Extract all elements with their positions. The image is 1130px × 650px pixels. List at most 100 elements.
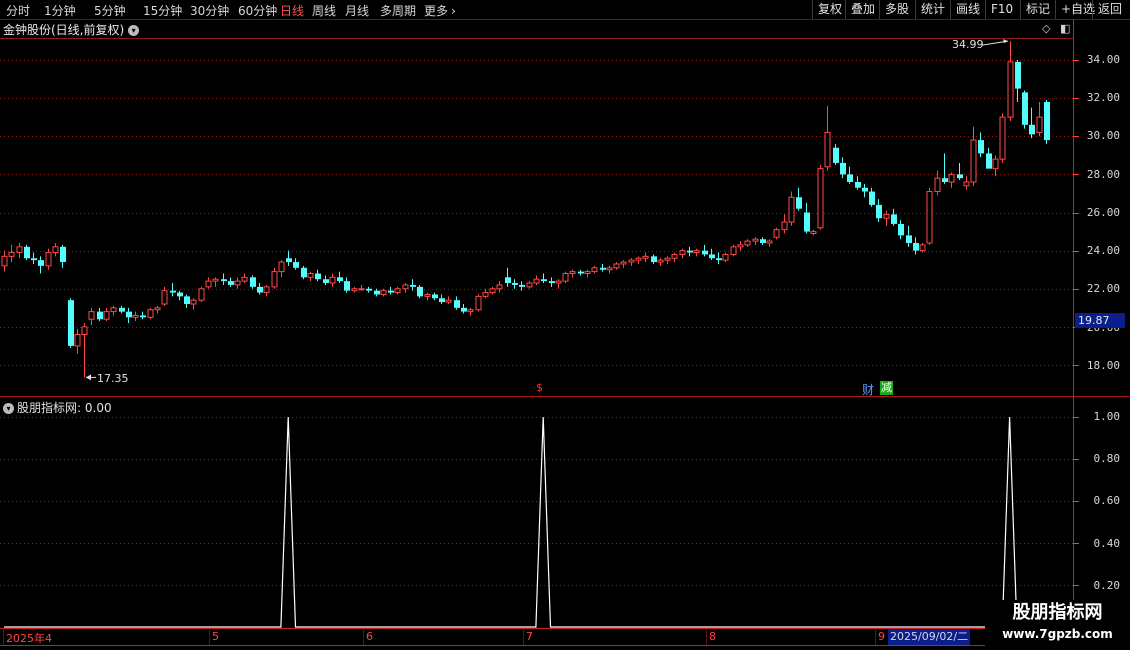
- candle-body-up: [110, 307, 117, 313]
- candle-body-down: [855, 182, 861, 188]
- candle-body-up: [358, 288, 365, 291]
- candle-body-up: [8, 252, 15, 257]
- price-label: 30.00: [1086, 129, 1120, 142]
- candle-body-down: [344, 281, 350, 291]
- event-marker-reduce[interactable]: 减: [880, 381, 893, 395]
- candle-body-up: [161, 290, 168, 305]
- candle-body-up: [402, 284, 409, 290]
- candle-body-up: [657, 259, 664, 263]
- candle-body-up: [81, 326, 88, 335]
- candle-body-down: [374, 290, 380, 295]
- candle-body-up: [278, 261, 285, 273]
- draw-line-button[interactable]: 画线: [950, 0, 985, 19]
- candle-body-up: [635, 257, 642, 261]
- high-marker-line: [981, 40, 1009, 46]
- candle-body-down: [170, 290, 176, 293]
- period-tab-monthly[interactable]: 月线: [345, 2, 369, 19]
- watermark-url: www.7gpzb.com: [1002, 627, 1113, 641]
- period-toolbar: 分时 1分钟 5分钟 15分钟 30分钟 60分钟 日线 周线 月线 多周期 更…: [0, 0, 1130, 20]
- f10-button[interactable]: F10: [985, 0, 1018, 19]
- candle-body-down: [140, 315, 146, 318]
- candle-body-down: [1015, 61, 1021, 89]
- hi-lo-markers: [86, 39, 1009, 381]
- panel-icons: ◇ ◧: [1042, 22, 1070, 35]
- candle-body-down: [228, 281, 234, 285]
- event-marker-s[interactable]: $: [536, 381, 543, 394]
- candle-body-down: [541, 279, 547, 282]
- main-chart-title: 金钟股份(日线,前复权) ▾: [3, 21, 140, 38]
- candle-body-up: [934, 177, 941, 193]
- time-separator: [706, 629, 707, 645]
- period-tab-multi[interactable]: 多周期: [380, 2, 416, 19]
- chevron-down-icon[interactable]: ▾: [128, 25, 140, 36]
- candle-body-down: [519, 284, 525, 287]
- main-grid: [0, 60, 1079, 366]
- candle-body-down: [906, 235, 912, 243]
- candle-body-up: [781, 221, 788, 231]
- candle-body-down: [388, 290, 394, 293]
- time-label: 6: [366, 630, 373, 643]
- time-separator: [3, 629, 4, 645]
- statistics-button[interactable]: 统计: [915, 0, 950, 19]
- price-label: 22.00: [1086, 282, 1120, 295]
- candle-body-up: [190, 299, 197, 305]
- indicator-value: : 0.00: [77, 401, 112, 415]
- indicator-axis-label: 0.20: [1093, 579, 1121, 592]
- candle-body-down: [337, 277, 343, 282]
- price-label: 28.00: [1086, 168, 1120, 181]
- candle-body-down: [942, 178, 948, 182]
- candle-body-up: [693, 250, 700, 254]
- candle-body-up: [992, 158, 999, 170]
- time-separator: [523, 629, 524, 645]
- candle-body-down: [702, 250, 708, 255]
- diamond-icon[interactable]: ◇: [1042, 22, 1050, 35]
- event-marker-finance[interactable]: 财: [862, 381, 874, 398]
- period-tab-daily[interactable]: 日线: [280, 2, 304, 19]
- price-axis: 34.00 32.00 30.00 28.00 26.00 24.00 22.0…: [1073, 0, 1130, 396]
- period-tab-1min[interactable]: 1分钟: [44, 2, 76, 19]
- candle-body-up: [467, 309, 474, 313]
- candle-body-down: [68, 300, 74, 346]
- window-toggle-icon[interactable]: ◧: [1060, 22, 1070, 35]
- candle-body-down: [651, 256, 657, 263]
- indicator-grid: [0, 417, 1079, 586]
- candle-body-up: [482, 292, 489, 297]
- candle-body-up: [241, 276, 248, 282]
- overlay-button[interactable]: 叠加: [845, 0, 880, 19]
- mark-button[interactable]: 标记: [1020, 0, 1055, 19]
- candle-body-up: [475, 295, 482, 311]
- candle-body-down: [177, 292, 183, 297]
- time-separator: [363, 629, 364, 645]
- high-marker-arrow: [1003, 39, 1008, 44]
- low-price-label: 17.35: [97, 372, 129, 385]
- candle-body-up: [824, 131, 831, 168]
- candle-body-up: [198, 288, 205, 301]
- period-tab-fenshi[interactable]: 分时: [6, 2, 30, 19]
- candle-body-up: [74, 334, 81, 347]
- chart-canvas: [0, 19, 1130, 646]
- restore-rights-button[interactable]: 复权: [812, 0, 847, 19]
- indicator-axis-label: 0.80: [1093, 452, 1121, 465]
- chevron-down-icon[interactable]: ▾: [3, 403, 14, 414]
- multi-stock-button[interactable]: 多股: [879, 0, 914, 19]
- price-label: 32.00: [1086, 91, 1120, 104]
- candle-body-up: [671, 253, 678, 259]
- period-tab-more[interactable]: 更多 ›: [424, 2, 456, 19]
- period-tab-15min[interactable]: 15分钟: [143, 2, 182, 19]
- price-label: 26.00: [1086, 206, 1120, 219]
- period-tab-weekly[interactable]: 周线: [312, 2, 336, 19]
- candle-body-up: [613, 263, 620, 269]
- candle-body-down: [60, 246, 66, 263]
- candle-body-down: [250, 277, 256, 287]
- candle-body-down: [760, 239, 766, 243]
- candle-body-down: [862, 187, 868, 192]
- candle-body-down: [257, 286, 263, 293]
- indicator-title: ▾ 股朋指标网: 0.00: [3, 399, 112, 416]
- price-label: 18.00: [1086, 359, 1120, 372]
- period-tab-5min[interactable]: 5分钟: [94, 2, 126, 19]
- candle-body-up: [16, 246, 23, 254]
- period-tab-30min[interactable]: 30分钟: [190, 2, 229, 19]
- candle-body-up: [380, 290, 387, 295]
- period-tab-60min[interactable]: 60分钟: [238, 2, 277, 19]
- candle-body-down: [366, 288, 372, 291]
